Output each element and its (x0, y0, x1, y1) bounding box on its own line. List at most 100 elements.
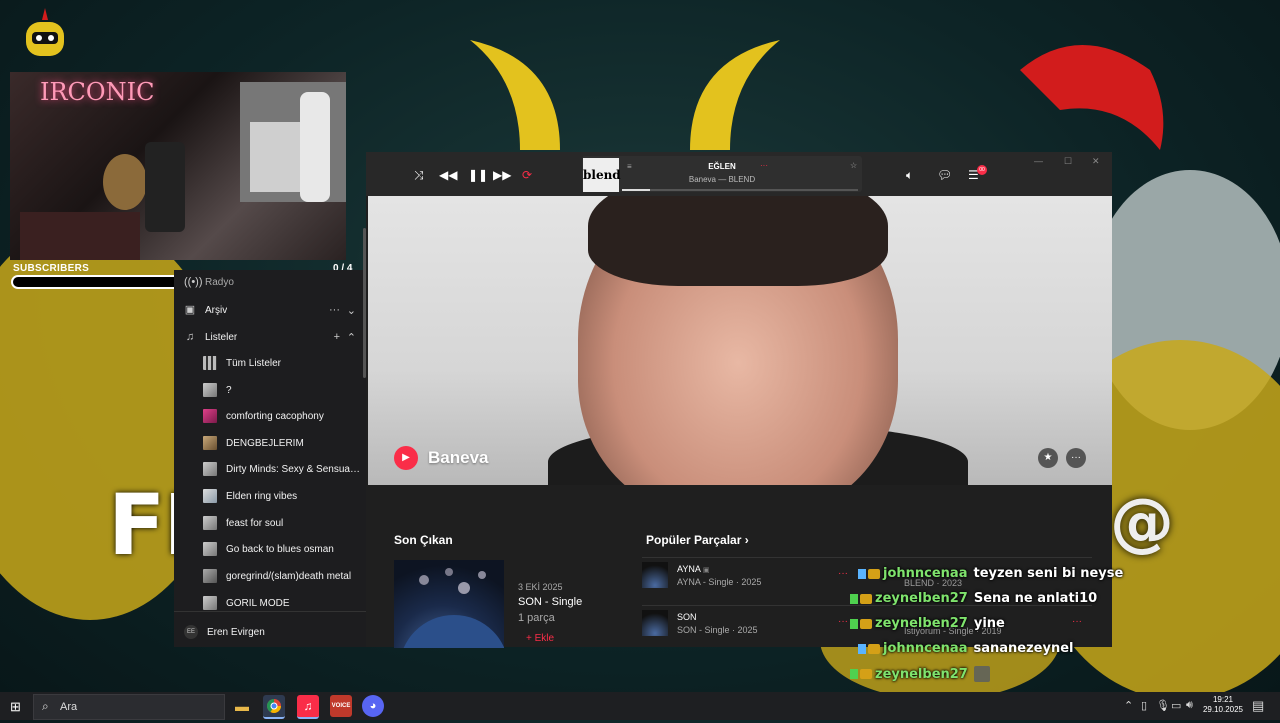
playlist-label: DENGBEJLERİM (226, 437, 304, 449)
crown-icon (868, 643, 880, 654)
network-icon[interactable]: ▭ (1171, 699, 1181, 712)
discord-icon[interactable]: ◕ (362, 695, 384, 717)
chat-username: zeynelben27 (875, 666, 968, 682)
wallpaper-at-logo: @ (1110, 486, 1174, 560)
sidebar-item-archive[interactable]: ▣ Arşiv ··· ⌄ (174, 297, 366, 323)
playlist-thumb (203, 409, 217, 423)
playlist-label: feast for soul (226, 517, 284, 529)
chat-message: johnncenaa teyzen seni bi neyse (858, 566, 1123, 588)
release-title[interactable]: SON - Single (518, 596, 582, 608)
chevron-down-icon[interactable]: ⌄ (347, 304, 356, 317)
track-more-icon[interactable]: ··· (760, 161, 768, 170)
sidebar-item-radio[interactable]: ((•)) Radyo (174, 270, 366, 294)
sidebar-item-lists[interactable]: ♫ Listeler + ⌃ (174, 324, 366, 350)
add-playlist-icon[interactable]: + (334, 331, 340, 343)
windows-taskbar: ⊞ ⌕ Ara ▬ ♫ VOICE ◕ ⌃ ▯ 🎙︎ ▭ 🔊︎ 19:21 29… (0, 692, 1280, 720)
chrome-logo (267, 699, 281, 713)
track-more-icon[interactable]: ··· (838, 568, 848, 579)
playlist-thumb (203, 569, 217, 583)
next-icon[interactable]: ▶▶ (493, 168, 511, 182)
add-release-button[interactable]: + Ekle (526, 633, 554, 644)
chat-badge-icon (850, 669, 858, 679)
notification-icon[interactable]: ▤ (1252, 698, 1264, 714)
chevron-right-icon: › (744, 533, 749, 547)
account-name: Eren Evirgen (207, 626, 265, 638)
tray-device-icon[interactable]: ▯ (1141, 699, 1147, 712)
sidebar-playlist-item[interactable]: ? (174, 377, 366, 403)
popular-tracks-title[interactable]: Popüler Parçalar › (646, 533, 749, 547)
release-track-count: 1 parça (518, 612, 555, 624)
chat-badge-icon (850, 593, 858, 604)
sidebar-playlist-item[interactable]: DENGBEJLERİM (174, 430, 366, 456)
chat-emote (973, 666, 990, 682)
playlist-label: Tüm Listeler (226, 357, 282, 369)
track-artwork (642, 610, 668, 636)
now-playing-title: EĞLEN (708, 162, 736, 171)
windows-start-icon[interactable]: ⊞ (10, 699, 21, 715)
playlist-label: GORIL MODE (226, 597, 290, 609)
track-subtitle: AYNA - Single · 2025 (677, 577, 762, 587)
pause-icon[interactable]: ❚❚ (468, 168, 488, 182)
grid-icon (203, 356, 217, 370)
favorite-artist-button[interactable]: ★ (1038, 448, 1058, 468)
favorite-star-icon[interactable]: ☆ (850, 161, 857, 170)
playlist-label: goregrind/(slam)death metal (226, 570, 352, 582)
previous-icon[interactable]: ◀◀ (439, 168, 457, 182)
chevron-up-icon[interactable]: ⌃ (1124, 699, 1133, 712)
crown-icon (860, 618, 872, 629)
latest-release-artwork[interactable] (394, 560, 504, 648)
playlist-label: Go back to blues osman (226, 543, 334, 555)
chat-username: zeynelben27 (875, 591, 968, 606)
taskbar-search[interactable]: ⌕ Ara (33, 694, 225, 720)
chrome-icon[interactable] (263, 695, 285, 719)
lyrics-bubble-icon[interactable]: 💬︎ (937, 168, 952, 182)
webcam-feed: IRCONIC (10, 72, 346, 260)
knight-logo-icon (26, 8, 64, 56)
search-icon: ⌕ (42, 699, 49, 713)
sidebar-account[interactable]: EE Eren Evirgen (174, 619, 366, 645)
chat-text: sananezeynel (973, 641, 1074, 656)
artist-more-button[interactable]: ··· (1066, 448, 1086, 468)
crown-icon (860, 669, 872, 679)
sidebar-playlist-item[interactable]: goregrind/(slam)death metal (174, 563, 366, 589)
repeat-icon[interactable]: ⟳ (522, 168, 532, 182)
more-icon[interactable]: ··· (329, 304, 340, 316)
sidebar-playlist-item[interactable]: Elden ring vibes (174, 483, 366, 509)
microphone-icon[interactable]: 🎙︎ (1156, 699, 1170, 712)
artist-name: Baneva (428, 448, 489, 467)
volume-icon[interactable]: 🔈︎ (906, 168, 913, 183)
sidebar-playlist-item[interactable]: comforting cacophony (174, 403, 366, 429)
chat-message: zeynelben27 (850, 666, 990, 688)
close-icon[interactable]: ✕ (1092, 156, 1100, 167)
sidebar-playlist-item[interactable]: Tüm Listeler (174, 350, 366, 376)
chat-message: johnncenaa sananezeynel (858, 641, 1073, 663)
shuffle-icon[interactable]: ⤨ (414, 168, 424, 183)
maximize-icon[interactable]: ☐ (1064, 156, 1072, 167)
playlist-thumb (203, 542, 217, 556)
taskbar-clock[interactable]: 19:21 29.10.2025 (1200, 695, 1246, 715)
file-explorer-icon[interactable]: ▬ (231, 695, 253, 717)
music-app-icon[interactable]: ♫ (297, 695, 319, 719)
sidebar-playlist-item[interactable]: GORIL MODE (174, 590, 366, 616)
minimize-icon[interactable]: — (1034, 156, 1043, 166)
track-more-icon[interactable]: ··· (1072, 616, 1082, 627)
sidebar-playlist-item[interactable]: Go back to blues osman (174, 536, 366, 562)
playback-progress-fill (622, 189, 651, 191)
radio-icon: ((•)) (184, 276, 203, 288)
playlist-thumb (203, 596, 217, 610)
track-more-icon[interactable]: ··· (838, 616, 848, 627)
avatar: EE (184, 625, 198, 639)
chat-badge-icon (858, 568, 866, 579)
chevron-up-icon[interactable]: ⌃ (347, 331, 356, 344)
speaker-icon[interactable]: 🔊︎ (1186, 699, 1193, 712)
popular-tracks-label: Popüler Parçalar (646, 533, 742, 547)
play-artist-button[interactable]: ▶ (394, 446, 418, 470)
track-name: SON (677, 612, 697, 622)
playback-progress-bar[interactable] (622, 189, 858, 191)
artist-photo-hair (588, 196, 888, 286)
sidebar-item-label: Radyo (205, 276, 234, 288)
voice-app-icon[interactable]: VOICE (330, 695, 352, 717)
subscribers-label: SUBSCRIBERS (13, 263, 90, 274)
sidebar-playlist-item[interactable]: feast for soul (174, 510, 366, 536)
sidebar-playlist-item[interactable]: Dirty Minds: Sexy & Sensual Pl... (174, 456, 366, 482)
